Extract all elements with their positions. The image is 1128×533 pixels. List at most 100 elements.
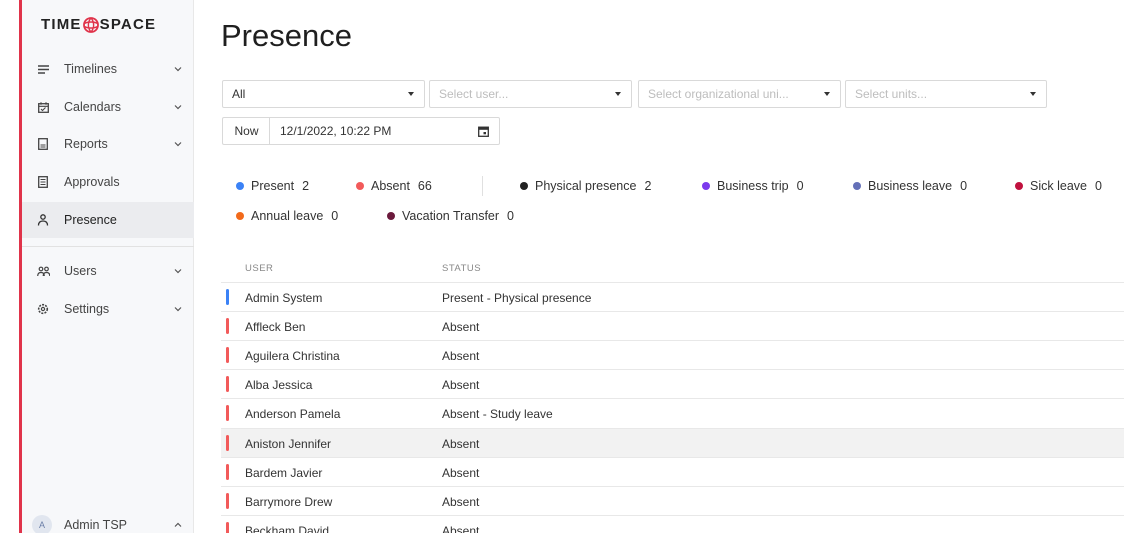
status-cell: Absent [442,349,480,363]
legend-label: Physical presence [535,179,637,193]
status-indicator [226,376,229,392]
sidebar: TIME SPACE Timelines Calendars Reports A… [22,0,194,533]
status-indicator [226,435,229,451]
chevron-down-icon [174,307,182,312]
status-dot [853,182,861,190]
user-name: Admin TSP [64,518,127,532]
globe-icon [82,16,99,33]
legend-label: Present [251,179,295,193]
table-row[interactable]: Admin System Present - Physical presence [221,282,1124,311]
logo-text-time: TIME [41,16,82,33]
sidebar-item-presence[interactable]: Presence [22,202,194,238]
sidebar-item-users[interactable]: Users [22,253,194,289]
legend-vacation-transfer[interactable]: Vacation Transfer 0 [387,209,514,223]
users-icon [36,264,50,278]
sidebar-item-timelines[interactable]: Timelines [22,51,194,87]
table-row[interactable]: Affleck Ben Absent [221,311,1124,340]
legend-count: 2 [644,179,652,193]
sidebar-item-label: Users [64,264,97,278]
status-cell: Absent [442,466,480,480]
legend-count: 0 [507,209,514,223]
legend-sick-leave[interactable]: Sick leave 0 [1015,179,1102,193]
table-row[interactable]: Barrymore Drew Absent [221,486,1124,515]
column-header-status[interactable]: STATUS [442,263,481,274]
caret-down-icon [615,92,621,96]
sidebar-item-settings[interactable]: Settings [22,291,194,327]
status-dot [702,182,710,190]
presence-icon [36,213,50,227]
column-header-user[interactable]: USER [245,263,273,274]
app-logo[interactable]: TIME SPACE [41,16,156,33]
now-button[interactable]: Now [222,117,270,145]
table-row[interactable]: Aniston Jennifer Absent [221,428,1124,457]
legend-label: Annual leave [251,209,324,223]
org-unit-select[interactable]: Select organizational uni... [638,80,841,108]
status-dot [387,212,395,220]
page-title: Presence [221,18,352,53]
status-cell: Absent [442,495,480,509]
status-cell: Absent - Study leave [442,407,553,421]
user-name-cell: Barrymore Drew [245,495,333,509]
caret-down-icon [1030,92,1036,96]
status-cell: Absent [442,437,480,451]
table-row[interactable]: Anderson Pamela Absent - Study leave [221,398,1124,427]
sidebar-item-calendars[interactable]: Calendars [22,89,194,125]
legend-physical-presence[interactable]: Physical presence 2 [520,179,651,193]
table-row[interactable]: Aguilera Christina Absent [221,340,1124,369]
legend-absent[interactable]: Absent 66 [356,179,432,193]
status-filter-select[interactable]: All [222,80,425,108]
datetime-input[interactable]: 12/1/2022, 10:22 PM [269,117,500,145]
avatar: A [32,515,52,533]
legend-count: 2 [302,179,310,193]
table-row[interactable]: Bardem Javier Absent [221,457,1124,486]
units-select[interactable]: Select units... [845,80,1047,108]
table-row[interactable]: Alba Jessica Absent [221,369,1124,398]
gear-icon [36,302,50,316]
legend-annual-leave[interactable]: Annual leave 0 [236,209,338,223]
table-row[interactable]: Beckham David Absent [221,515,1124,533]
status-cell: Absent [442,320,480,334]
legend-label: Vacation Transfer [402,209,500,223]
legend-label: Business trip [717,179,789,193]
chevron-down-icon [174,105,182,110]
sidebar-divider [22,246,194,247]
user-name-cell: Aguilera Christina [245,349,340,363]
status-dot [1015,182,1023,190]
status-indicator [226,318,229,334]
units-select-placeholder: Select units... [855,87,928,101]
timelines-icon [36,62,50,76]
status-cell: Absent [442,524,480,533]
legend-business-trip[interactable]: Business trip 0 [702,179,804,193]
legend-present[interactable]: Present 2 [236,179,309,193]
legend-count: 0 [960,179,968,193]
status-filter-value: All [232,87,246,101]
status-indicator [226,522,229,533]
status-dot [520,182,528,190]
user-name-cell: Beckham David [245,524,330,533]
sidebar-item-approvals[interactable]: Approvals [22,164,194,200]
sidebar-item-label: Calendars [64,100,121,114]
status-cell: Absent [442,378,480,392]
sidebar-item-label: Settings [64,302,110,316]
user-select-placeholder: Select user... [439,87,509,101]
logo-text-space: SPACE [99,16,157,33]
calendar-picker-icon[interactable] [478,126,489,137]
user-name-cell: Alba Jessica [245,378,313,392]
status-indicator [226,493,229,509]
chevron-down-icon [174,269,182,274]
user-name-cell: Admin System [245,291,323,305]
legend-count: 66 [417,179,432,193]
user-menu[interactable]: A Admin TSP [22,510,194,533]
sidebar-item-label: Approvals [64,175,120,189]
user-select[interactable]: Select user... [429,80,632,108]
sidebar-item-label: Presence [64,213,117,227]
org-unit-select-placeholder: Select organizational uni... [648,87,789,101]
sidebar-item-label: Reports [64,137,108,151]
legend-business-leave[interactable]: Business leave 0 [853,179,967,193]
sidebar-item-reports[interactable]: Reports [22,126,194,162]
legend-label: Absent [371,179,410,193]
calendar-icon [36,100,50,114]
user-name-cell: Anderson Pamela [245,407,341,421]
status-indicator [226,464,229,480]
status-dot [236,212,244,220]
